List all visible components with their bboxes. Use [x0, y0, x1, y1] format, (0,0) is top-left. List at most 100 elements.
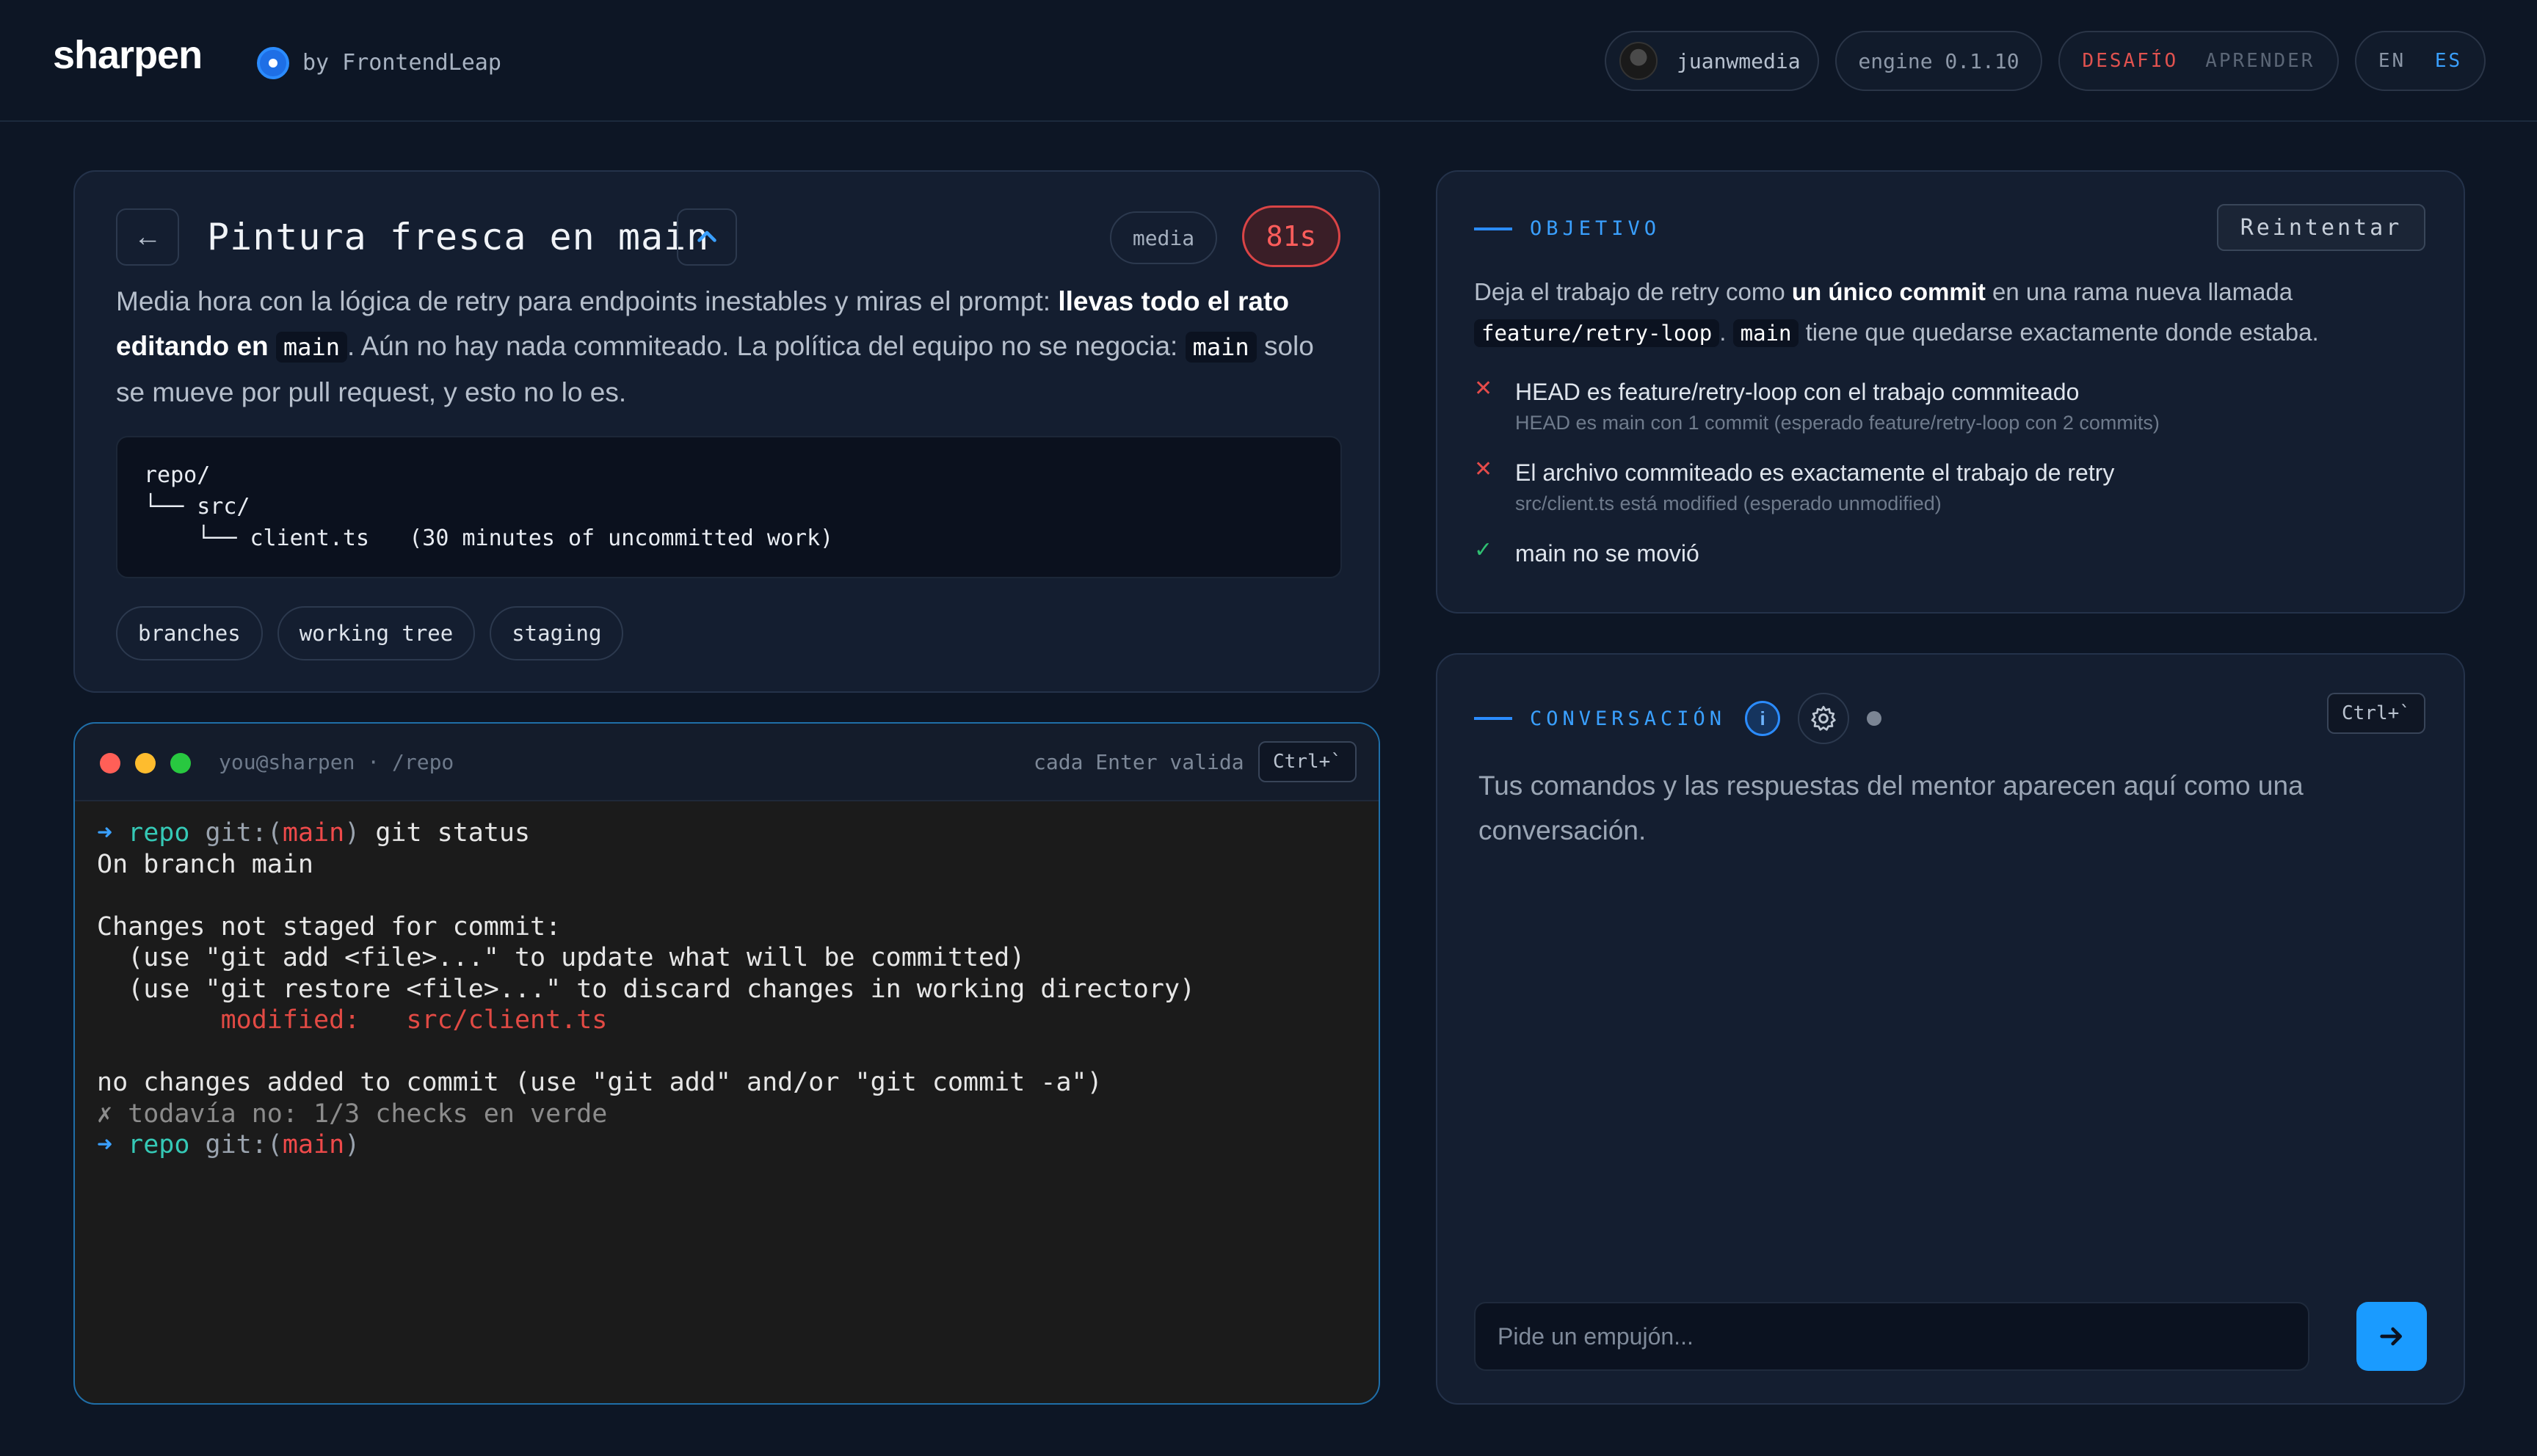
terminal-window[interactable]: you@sharpen · /repo cada Enter valida Ct… [73, 722, 1380, 1405]
desc-text: Media hora con la lógica de retry para e… [116, 286, 1059, 316]
avatar [1619, 42, 1658, 80]
prompt-git: ) [344, 1130, 360, 1160]
goal-text: tiene que quedarse exactamente donde est… [1799, 318, 2319, 346]
challenge-description: Media hora con la lógica de retry para e… [116, 279, 1349, 415]
close-window-dot[interactable] [100, 753, 120, 774]
terminal-output[interactable]: ➜ repo git:(main) git status On branch ma… [97, 818, 1195, 1161]
prompt-branch: main [282, 818, 345, 848]
prompt-git: ) [344, 818, 360, 848]
arrow-left-icon: ← [134, 221, 161, 252]
desc-text: . Aún no hay nada commiteado. La polític… [346, 331, 1186, 361]
collapse-button[interactable] [677, 208, 737, 266]
prompt-arrow-icon: ➜ [97, 1130, 113, 1160]
check-title: main no se movió [1515, 540, 1699, 567]
chat-empty-state: Tus comandos y las respuestas del mentor… [1478, 771, 2304, 845]
topic-tags: branches working tree staging [116, 606, 624, 660]
prompt-dir: repo [128, 818, 190, 848]
terminal-shortcut-button[interactable]: Ctrl+` [1258, 741, 1357, 782]
check-item: ✕ El archivo commiteado es exactamente e… [1474, 456, 2428, 518]
file-tree: repo/ └── src/ └── client.ts (30 minutes… [116, 436, 1342, 578]
goal-emphasis: un único commit [1791, 278, 1986, 305]
maximize-window-dot[interactable] [170, 753, 191, 774]
pass-check-icon: ✓ [1474, 538, 1493, 562]
chat-shortcut-button[interactable]: Ctrl+` [2327, 693, 2425, 734]
inline-code: main [1732, 319, 1799, 347]
prompt-branch: main [282, 1130, 345, 1160]
user-menu-button[interactable]: juanwmedia [1605, 31, 1819, 91]
prompt-git: git:( [205, 818, 283, 848]
byline: by FrontendLeap [302, 50, 501, 76]
retry-button[interactable]: Reintentar [2217, 204, 2425, 251]
check-title: HEAD es feature/retry-loop con el trabaj… [1515, 379, 2080, 405]
modified-file: src/client.ts [406, 1005, 608, 1035]
frontendleap-icon [257, 47, 289, 79]
send-button[interactable] [2356, 1302, 2427, 1371]
terminal-line: (use "git restore <file>..." to discard … [97, 974, 1196, 1004]
terminal-line: (use "git add <file>..." to update what … [97, 943, 1026, 972]
inline-code: main [1185, 332, 1257, 363]
hint-input[interactable] [1474, 1302, 2309, 1371]
tag-staging[interactable]: staging [490, 606, 624, 660]
username: juanwmedia [1677, 48, 1801, 73]
tag-working-tree[interactable]: working tree [277, 606, 476, 660]
command-text: git status [360, 818, 531, 848]
terminal-prompt-line[interactable]: ➜ repo git:(main) [97, 1129, 1195, 1161]
modified-label: modified: [97, 1005, 407, 1035]
check-title: El archivo commiteado es exactamente el … [1515, 459, 2115, 486]
terminal-line: modified: src/client.ts [97, 1005, 1195, 1036]
terminal-titlebar: you@sharpen · /repo cada Enter valida Ct… [75, 724, 1379, 801]
section-accent-line [1474, 227, 1512, 230]
goal-text: Deja el trabajo de retry como [1474, 278, 1792, 305]
info-icon[interactable]: i [1745, 701, 1781, 736]
fail-x-icon: ✕ [1474, 457, 1493, 481]
back-button[interactable]: ← [116, 208, 179, 266]
terminal-line: no changes added to commit (use "git add… [97, 1068, 1103, 1097]
mode-learn-tab[interactable]: APRENDER [2205, 50, 2315, 72]
terminal-line: Changes not staged for commit: [97, 911, 562, 942]
mode-switch: DESAFÍO APRENDER [2058, 31, 2339, 91]
mode-challenge-tab[interactable]: DESAFÍO [2083, 50, 2179, 72]
conversation-card: CONVERSACIÓN i Ctrl+` Tus comandos y las… [1436, 653, 2465, 1405]
goal-text: en una rama nueva llamada [1985, 278, 2293, 305]
check-detail: HEAD es main con 1 commit (esperado feat… [1515, 412, 2160, 434]
lang-es-button[interactable]: ES [2435, 50, 2462, 72]
conversation-header: CONVERSACIÓN i [1474, 693, 1882, 744]
check-status-line: ✗ todavía no: 1/3 checks en verde [97, 1099, 608, 1129]
arrow-right-icon [2380, 1327, 2402, 1346]
prompt-dir: repo [128, 1130, 190, 1160]
terminal-line: On branch main [97, 849, 314, 879]
minimize-window-dot[interactable] [135, 753, 156, 774]
conversation-label: CONVERSACIÓN [1530, 707, 1727, 730]
settings-button[interactable] [1798, 693, 1850, 744]
goal-text: . [1719, 318, 1733, 346]
brand-logo[interactable]: sharpen [53, 32, 203, 78]
terminal-path: you@sharpen · /repo [219, 750, 454, 774]
prompt-git: git:( [205, 1130, 283, 1160]
objective-text: Deja el trabajo de retry como un único c… [1474, 272, 2436, 354]
checks-list: ✕ HEAD es feature/retry-loop con el trab… [1474, 376, 2428, 589]
inline-code: feature/retry-loop [1474, 319, 1720, 347]
language-switch: EN ES [2355, 31, 2486, 91]
inline-code: main [275, 332, 347, 363]
check-detail: src/client.ts está modified (esperado un… [1515, 492, 1942, 514]
fail-x-icon: ✕ [1474, 376, 1493, 401]
gear-icon [1811, 705, 1836, 731]
timer-badge: 81s [1242, 205, 1340, 267]
challenge-title: Pintura fresca en main [207, 216, 710, 258]
difficulty-badge: media [1110, 211, 1217, 264]
connection-status-dot [1867, 711, 1882, 726]
top-bar: sharpen by FrontendLeap juanwmedia engin… [0, 0, 2537, 122]
terminal-line: ➜ repo git:(main) git status [97, 818, 1195, 849]
objective-card: OBJETIVO Reintentar Deja el trabajo de r… [1436, 170, 2465, 614]
check-item: ✓ main no se movió [1474, 537, 2428, 569]
check-item: ✕ HEAD es feature/retry-loop con el trab… [1474, 376, 2428, 437]
objective-label: OBJETIVO [1530, 217, 1661, 240]
tag-branches[interactable]: branches [116, 606, 263, 660]
challenge-card: ← Pintura fresca en main media 81s Media… [73, 170, 1380, 693]
terminal-hint: cada Enter valida [1034, 750, 1244, 774]
section-accent-line [1474, 717, 1512, 720]
engine-version-badge: engine 0.1.10 [1835, 31, 2042, 91]
lang-en-button[interactable]: EN [2378, 50, 2406, 72]
